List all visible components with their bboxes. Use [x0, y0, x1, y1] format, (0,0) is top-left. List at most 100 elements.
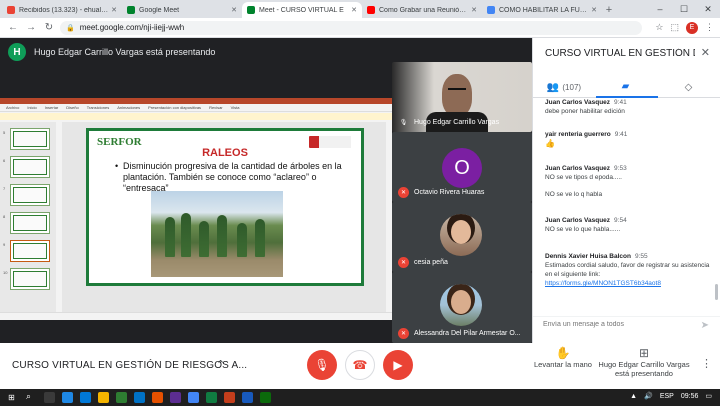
ppt-menu-item: Animaciones — [117, 105, 141, 110]
menu-dots-icon[interactable]: ⋮ — [705, 22, 714, 33]
profile-avatar[interactable]: E — [686, 21, 698, 34]
mic-off-icon: ✕ — [398, 328, 409, 339]
file-explorer-icon[interactable] — [98, 392, 109, 403]
participant-tile[interactable]: 🎙 Hugo Edgar Carrillo Vargas — [392, 62, 532, 132]
browser-tab-google-meet[interactable]: Google Meet ✕ — [122, 2, 242, 18]
new-tab-button[interactable]: + — [602, 2, 616, 18]
raise-hand-button[interactable]: ✋ Levantar la mano — [530, 346, 596, 369]
youtube-icon — [367, 6, 375, 14]
minimize-icon[interactable]: – — [648, 0, 672, 18]
form-link[interactable]: https://forms.gle/MNON1TGST6b34aot8 — [545, 279, 713, 288]
participant-photo — [440, 214, 482, 256]
present-now-button[interactable]: ⊞ Hugo Edgar Carrillo Vargas está presen… — [598, 347, 690, 378]
camera-off-icon: ▶ — [393, 358, 403, 372]
taskbar-app-icon[interactable] — [170, 392, 181, 403]
taskbar-app-icon[interactable] — [134, 392, 145, 403]
edge-icon[interactable] — [80, 392, 91, 403]
taskbar-app-icon[interactable] — [116, 392, 127, 403]
firefox-icon[interactable] — [152, 392, 163, 403]
participant-tiles: 🎙 Hugo Edgar Carrillo Vargas O ✕ Octavio… — [392, 62, 532, 343]
ppt-menu-item: Inicio — [27, 105, 37, 110]
camera-toggle-button[interactable]: ▶ — [383, 350, 413, 380]
clock[interactable]: 09:56 — [681, 393, 699, 400]
people-icon: 👥 — [546, 81, 560, 93]
slide-thumbnail: 6 — [3, 156, 50, 178]
windows-taskbar: ⊞ ⌕ ▲ 🔊 ESP 09:56 ▭ — [0, 389, 720, 406]
windows-start-icon[interactable]: ⊞ — [6, 392, 17, 403]
ppt-status-bar — [0, 312, 392, 320]
close-tab-icon[interactable]: ✕ — [471, 6, 477, 14]
search-icon[interactable]: ⌕ — [26, 391, 31, 402]
chat-message: Juan Carlos Vasquez 9:41 debe poner habil… — [545, 99, 627, 115]
close-window-icon[interactable]: ✕ — [696, 0, 720, 18]
ppt-menu-item: Presentación con diapositivas — [148, 105, 202, 110]
shared-screen: Archivo Inicio Insertar Diseño Transicio… — [0, 98, 392, 320]
tab-chat[interactable]: ▰ — [596, 76, 658, 98]
extensions-icon[interactable]: ⬚ — [670, 22, 679, 33]
close-icon[interactable]: ✕ — [701, 46, 710, 59]
chat-scrollbar[interactable] — [715, 284, 718, 300]
mic-toggle-button[interactable]: 🎙 — [307, 350, 337, 380]
forward-icon[interactable]: → — [24, 22, 38, 33]
participant-tile[interactable]: O ✕ Octavio Rivera Huaras — [392, 132, 532, 202]
slide-thumbnail-active: 9 — [3, 240, 50, 262]
powerpoint-icon[interactable] — [224, 392, 235, 403]
participant-name: Alessandra Del Pilar Armestar O... — [414, 330, 521, 337]
thumbs-up-icon: 👍 — [545, 139, 555, 148]
browser-tab-google[interactable]: COMO HABILITAR LA FUNCIÓ... ✕ — [482, 2, 602, 18]
lock-icon: 🔒 — [66, 24, 75, 32]
meet-control-bar: CURSO VIRTUAL EN GESTIÓN DE RIESGOS A...… — [0, 343, 720, 389]
address-bar[interactable]: 🔒 meet.google.com/nji-iiejj-wwh — [60, 20, 643, 35]
presenter-banner: H Hugo Edgar Carrillo Vargas está presen… — [8, 42, 215, 62]
chat-message: Dennis Xavier Huisa Balcon 9:55 Estimados… — [545, 252, 713, 288]
panel-title: CURSO VIRTUAL EN GESTIÓN DE ... — [545, 48, 695, 59]
chat-panel: CURSO VIRTUAL EN GESTIÓN DE ... ✕ 👥 (107… — [532, 38, 720, 343]
language-indicator[interactable]: ESP — [660, 393, 674, 400]
task-view-icon[interactable] — [44, 392, 55, 403]
toolbar-right: ☆ ⬚ E ⋮ — [648, 21, 714, 34]
ppt-menu-item: Insertar — [44, 105, 59, 110]
ppt-menu-item: Archivo — [6, 105, 20, 110]
slide-thumbnail: 8 — [3, 212, 50, 234]
meeting-name[interactable]: CURSO VIRTUAL EN GESTIÓN DE RIESGOS A... — [12, 360, 247, 371]
participant-tile[interactable]: ✕ Alessandra Del Pilar Armestar O... — [392, 272, 532, 343]
excel-icon[interactable] — [206, 392, 217, 403]
taskbar-app-icon[interactable] — [260, 392, 271, 403]
ppt-menu-item: Vista — [230, 105, 240, 110]
volume-icon[interactable]: 🔊 — [644, 392, 653, 400]
chat-message: Juan Carlos Vasquez 9:54 NO se ve lo que … — [545, 217, 627, 233]
menu-dots-icon[interactable]: ⋮ — [701, 357, 712, 370]
tab-people[interactable]: 👥 (107) — [533, 76, 595, 98]
slide-thumbnails: 5 6 7 8 9 10 — [0, 122, 56, 312]
close-tab-icon[interactable]: ✕ — [591, 6, 597, 14]
close-tab-icon[interactable]: ✕ — [111, 6, 117, 14]
hand-icon: ✋ — [555, 346, 571, 360]
notifications-icon[interactable]: ▭ — [705, 392, 712, 400]
browser-tab-youtube[interactable]: Como Grabar una Reunión co... ✕ — [362, 2, 482, 18]
chat-message-input[interactable] — [543, 321, 683, 328]
close-tab-icon[interactable]: ✕ — [231, 6, 237, 14]
participant-name: Hugo Edgar Carrillo Vargas — [414, 119, 500, 126]
back-icon[interactable]: ← — [6, 22, 20, 33]
meet-stage: H Hugo Edgar Carrillo Vargas está presen… — [0, 38, 532, 343]
slide-thumbnail: 7 — [3, 184, 50, 206]
leave-call-button[interactable]: ☎ — [345, 350, 375, 380]
close-tab-icon[interactable]: ✕ — [351, 6, 357, 14]
word-icon[interactable] — [242, 392, 253, 403]
send-icon[interactable]: ➤ — [701, 320, 709, 331]
chat-message: Juan Carlos Vasquez 9:53 NO se ve tipos d… — [545, 165, 627, 198]
participant-tile[interactable]: ✕ cesia peña — [392, 202, 532, 272]
taskbar-app-icon[interactable] — [62, 392, 73, 403]
network-icon[interactable]: ▲ — [630, 393, 637, 400]
chevron-up-icon[interactable]: ⌃ — [216, 358, 225, 371]
browser-tab-meet-active[interactable]: Meet - CURSO VIRTUAL E ✕ — [242, 2, 362, 18]
ppt-menu-item: Diseño — [66, 105, 79, 110]
reload-icon[interactable]: ↻ — [42, 22, 56, 33]
window-controls: – ☐ ✕ — [648, 0, 720, 18]
browser-tab-gmail[interactable]: Recibidos (13.323) - ehualpa@... ✕ — [2, 2, 122, 18]
maximize-icon[interactable]: ☐ — [672, 0, 696, 18]
chrome-icon[interactable] — [188, 392, 199, 403]
chat-input-area: ➤ — [533, 316, 720, 336]
star-icon[interactable]: ☆ — [655, 22, 663, 33]
tab-activities[interactable]: ◇ — [659, 76, 720, 98]
